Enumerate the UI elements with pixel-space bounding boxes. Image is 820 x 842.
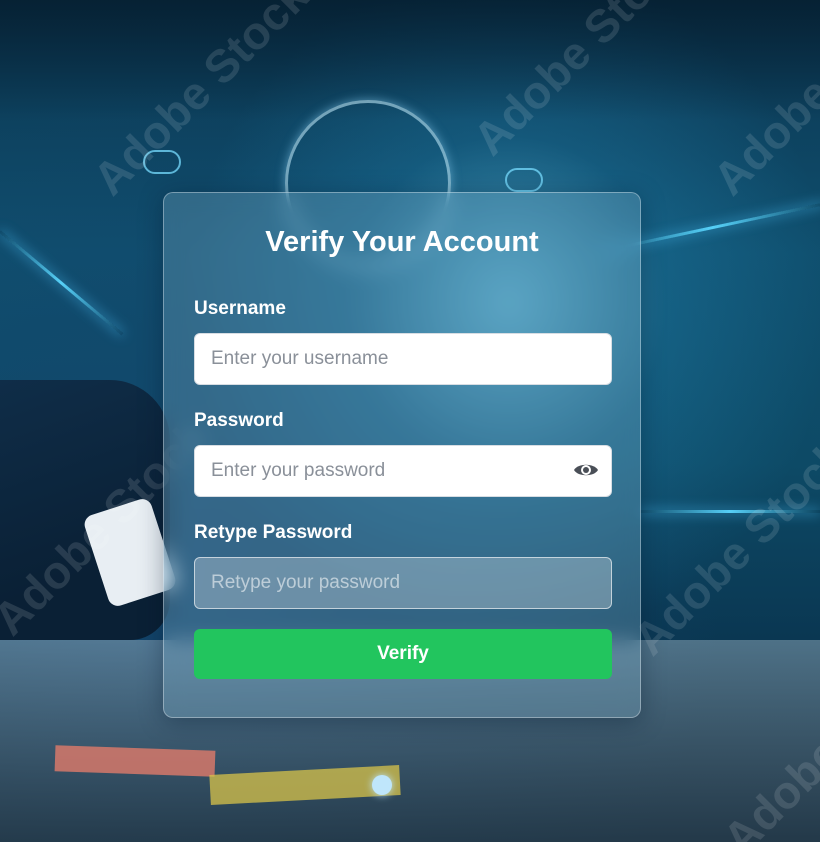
cloud-icon [505, 168, 543, 192]
retype-password-input[interactable] [194, 557, 612, 609]
background-shade [0, 0, 820, 120]
eye-icon[interactable] [573, 459, 599, 481]
username-label: Username [194, 298, 286, 319]
light-ray [0, 230, 124, 336]
eye-icon-svg [574, 464, 598, 476]
password-label: Password [194, 410, 284, 431]
username-input[interactable] [194, 333, 612, 385]
verify-button[interactable]: Verify [194, 629, 612, 679]
form-title: Verify Your Account [265, 226, 539, 258]
retype-password-label: Retype Password [194, 522, 353, 543]
password-input[interactable] [194, 445, 612, 497]
sticky-note [54, 745, 216, 777]
glow-orb [372, 775, 392, 795]
stock-watermark: Adobe Stock [622, 429, 820, 665]
